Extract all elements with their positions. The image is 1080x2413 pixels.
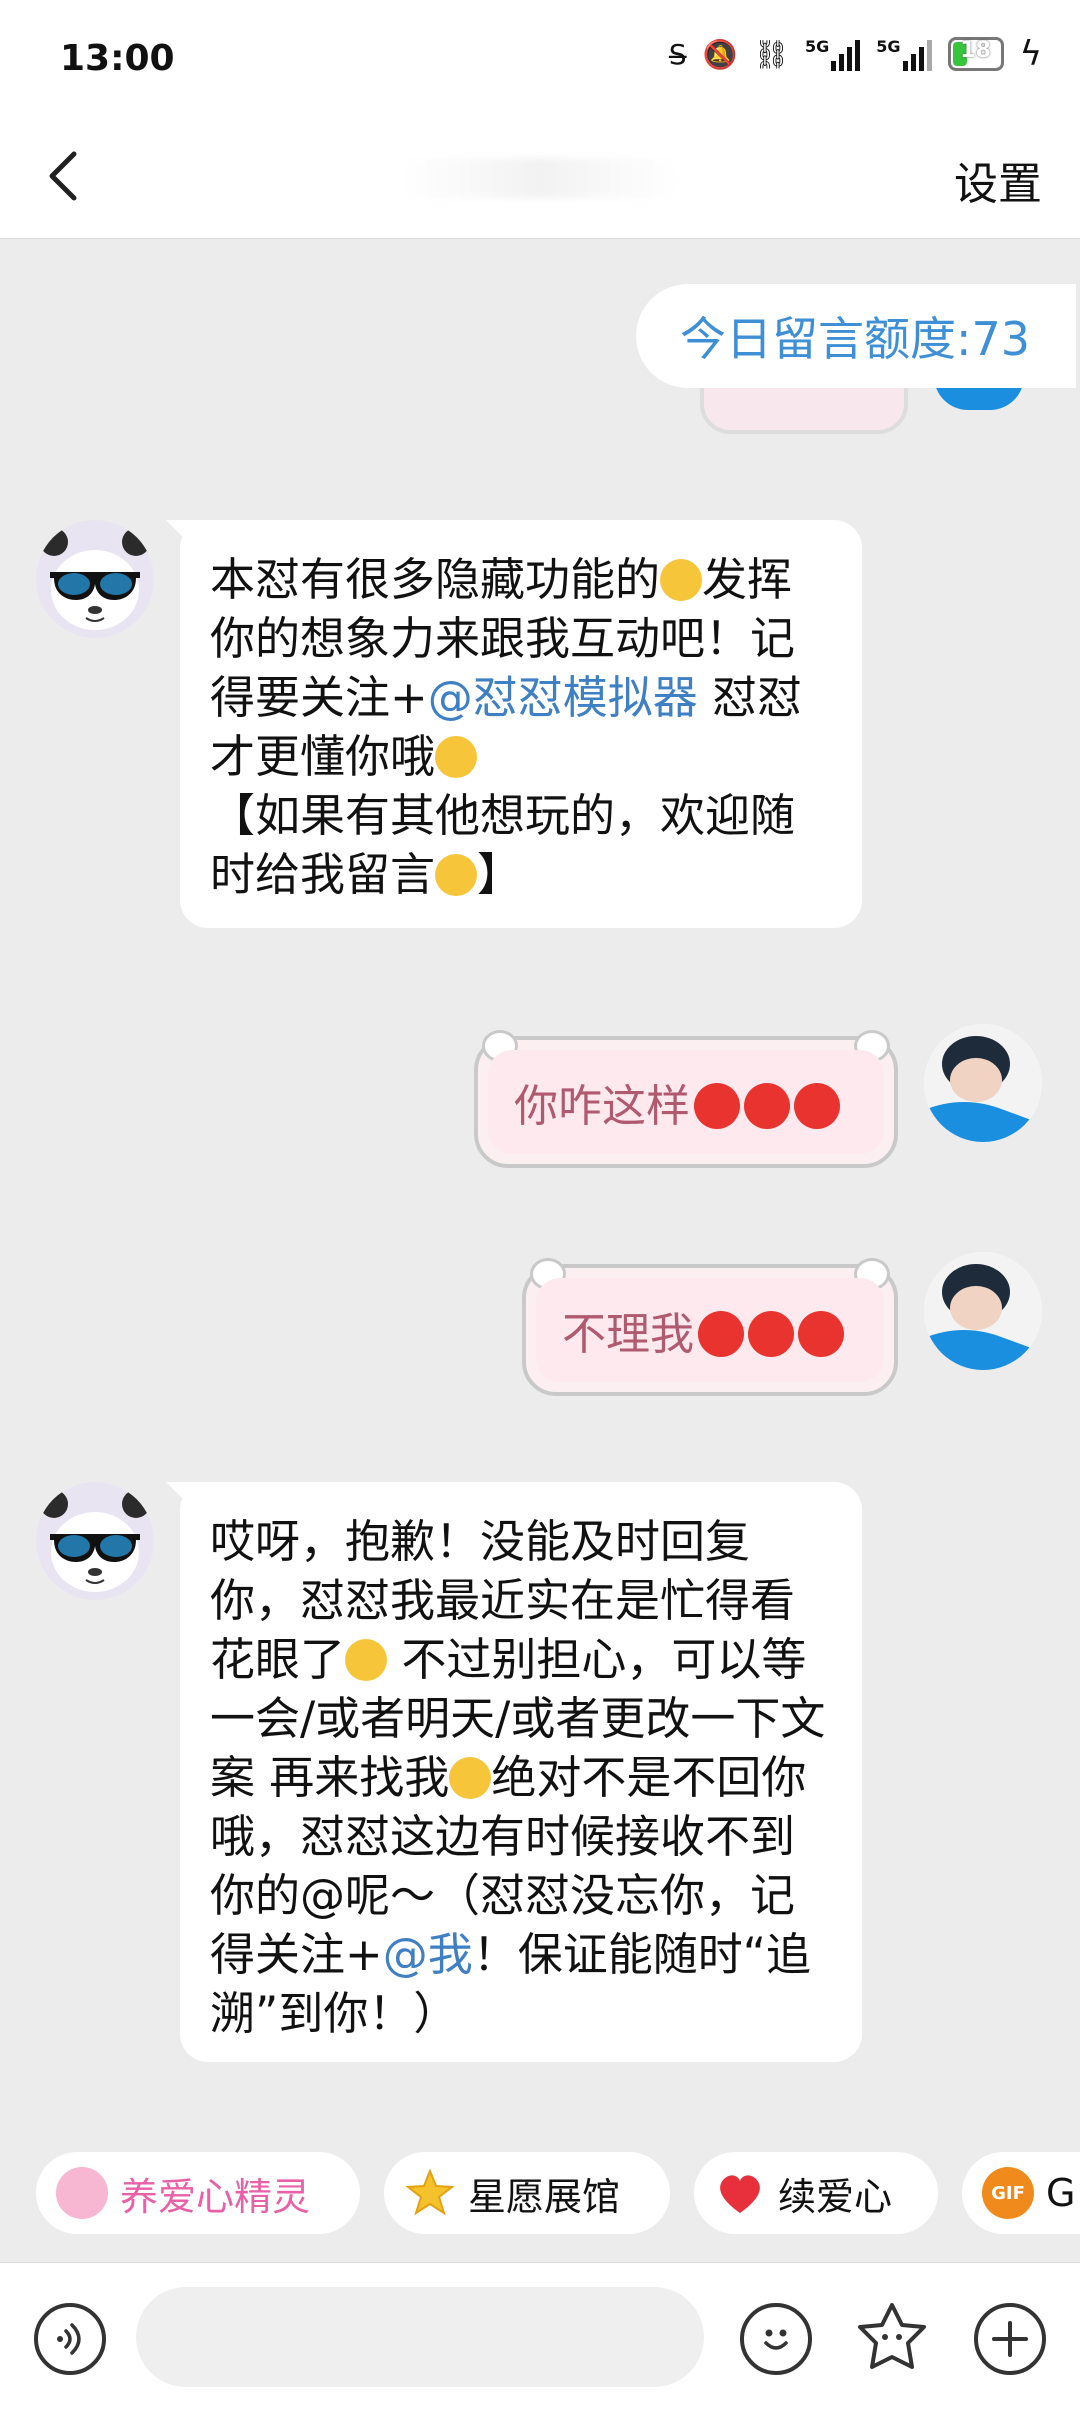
chip-gif[interactable]: GIF G: [962, 2152, 1080, 2234]
charging-icon: ϟ: [1019, 34, 1042, 74]
angry-emoji-icon: [798, 1311, 844, 1357]
chip-love-sprite[interactable]: 养爱心精灵: [36, 2152, 360, 2234]
emoji-button[interactable]: [740, 2303, 812, 2375]
plus-icon: [992, 2321, 1028, 2357]
bot-avatar[interactable]: [36, 520, 154, 638]
bot-message-bubble[interactable]: 哎呀，抱歉！没能及时回复你，怼怼我最近实在是忙得看花眼了 不过别担心，可以等一会…: [166, 1482, 862, 2062]
bot-message-bubble[interactable]: 本怼有很多隐藏功能的 发挥你的想象力来跟我互动吧！记得要关注+@怼怼模拟器 怼怼才…: [166, 520, 862, 928]
heart-eyes-emoji-icon: [435, 854, 478, 896]
flower-emoji-icon: [449, 1757, 492, 1799]
angry-emoji-icon: [794, 1083, 840, 1129]
gif-icon: GIF: [982, 2167, 1034, 2219]
status-icons: S̶ 🔕 ⛓ 5G 5G 18 ϟ: [669, 34, 1042, 74]
mention-link[interactable]: @我: [383, 1928, 473, 1981]
link-icon: ⛓: [753, 37, 790, 71]
plus-button[interactable]: [974, 2303, 1046, 2375]
signal-5g-icon: 5G: [805, 37, 861, 71]
signal-5g-icon: 5G: [876, 37, 932, 71]
sticker-button[interactable]: [852, 2299, 932, 2379]
settings-button[interactable]: 设置: [954, 148, 1042, 212]
bot-avatar[interactable]: [36, 1482, 154, 1600]
status-time: 13:00: [60, 38, 175, 79]
panda-sunglasses-icon: [36, 1482, 154, 1600]
mention-link[interactable]: @怼怼模拟器: [428, 671, 698, 724]
status-bar: 13:00 S̶ 🔕 ⛓ 5G 5G 18 ϟ: [0, 0, 1080, 120]
chat-header: 设置: [0, 120, 1080, 239]
battery-icon: 18: [947, 37, 1004, 71]
rolling-eyes-emoji-icon: [660, 559, 703, 601]
message-input[interactable]: [136, 2287, 704, 2387]
user-avatar[interactable]: [924, 1024, 1042, 1142]
smiley-icon: [764, 2329, 788, 2350]
angry-emoji-icon: [744, 1083, 790, 1129]
panda-sunglasses-icon: [36, 520, 154, 638]
star-icon: [404, 2167, 456, 2219]
melting-emoji-icon: [345, 1639, 388, 1681]
angry-emoji-icon: [698, 1311, 744, 1357]
data-saver-icon: S̶: [668, 37, 687, 71]
chevron-left-icon: [49, 151, 77, 201]
pink-sprite-icon: [56, 2167, 108, 2219]
user-message-bubble[interactable]: 你咋这样: [474, 1030, 898, 1168]
back-button[interactable]: [38, 146, 98, 206]
blush-emoji-icon: [435, 736, 478, 778]
user-photo-icon: [924, 1024, 1042, 1142]
voice-button[interactable]: [34, 2303, 106, 2375]
heart-icon: [714, 2167, 766, 2219]
chat-title: [400, 158, 680, 198]
user-avatar[interactable]: [924, 1252, 1042, 1370]
input-bar: [0, 2262, 1080, 2413]
user-photo-icon: [924, 1252, 1042, 1370]
voice-icon: [57, 2323, 81, 2355]
chip-star-wish[interactable]: 星愿展馆: [384, 2152, 670, 2234]
mute-icon: 🔕: [702, 37, 738, 71]
sticker-icon: [858, 2303, 926, 2369]
angry-emoji-icon: [748, 1311, 794, 1357]
user-message-bubble[interactable]: 不理我: [522, 1258, 898, 1396]
angry-emoji-icon: [694, 1083, 740, 1129]
message-quota-badge: 今日留言额度:73: [636, 284, 1076, 388]
chip-renew-love[interactable]: 续爱心: [694, 2152, 938, 2234]
